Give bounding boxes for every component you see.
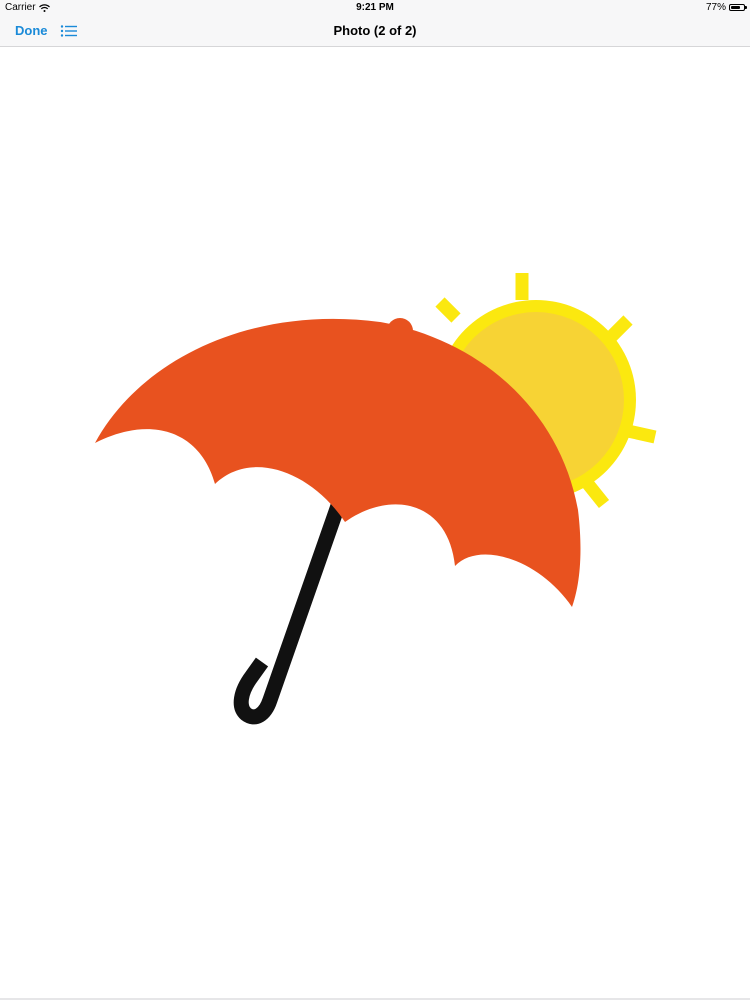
battery-cap [745,6,747,9]
photo-viewer[interactable] [0,48,750,998]
status-battery: 77% [705,2,747,13]
umbrella-sun-illustration [95,273,657,725]
navigation-bar: Done Photo (2 of 2) [0,15,750,47]
umbrella-handle [233,497,348,725]
battery-icon [729,4,747,11]
battery-fill [731,6,740,9]
battery-percent: 77% [705,2,726,13]
status-time: 9:21 PM [356,2,394,13]
page-title: Photo (2 of 2) [333,23,417,38]
status-bar: Carrier 9:21 PM 77% [0,0,750,15]
